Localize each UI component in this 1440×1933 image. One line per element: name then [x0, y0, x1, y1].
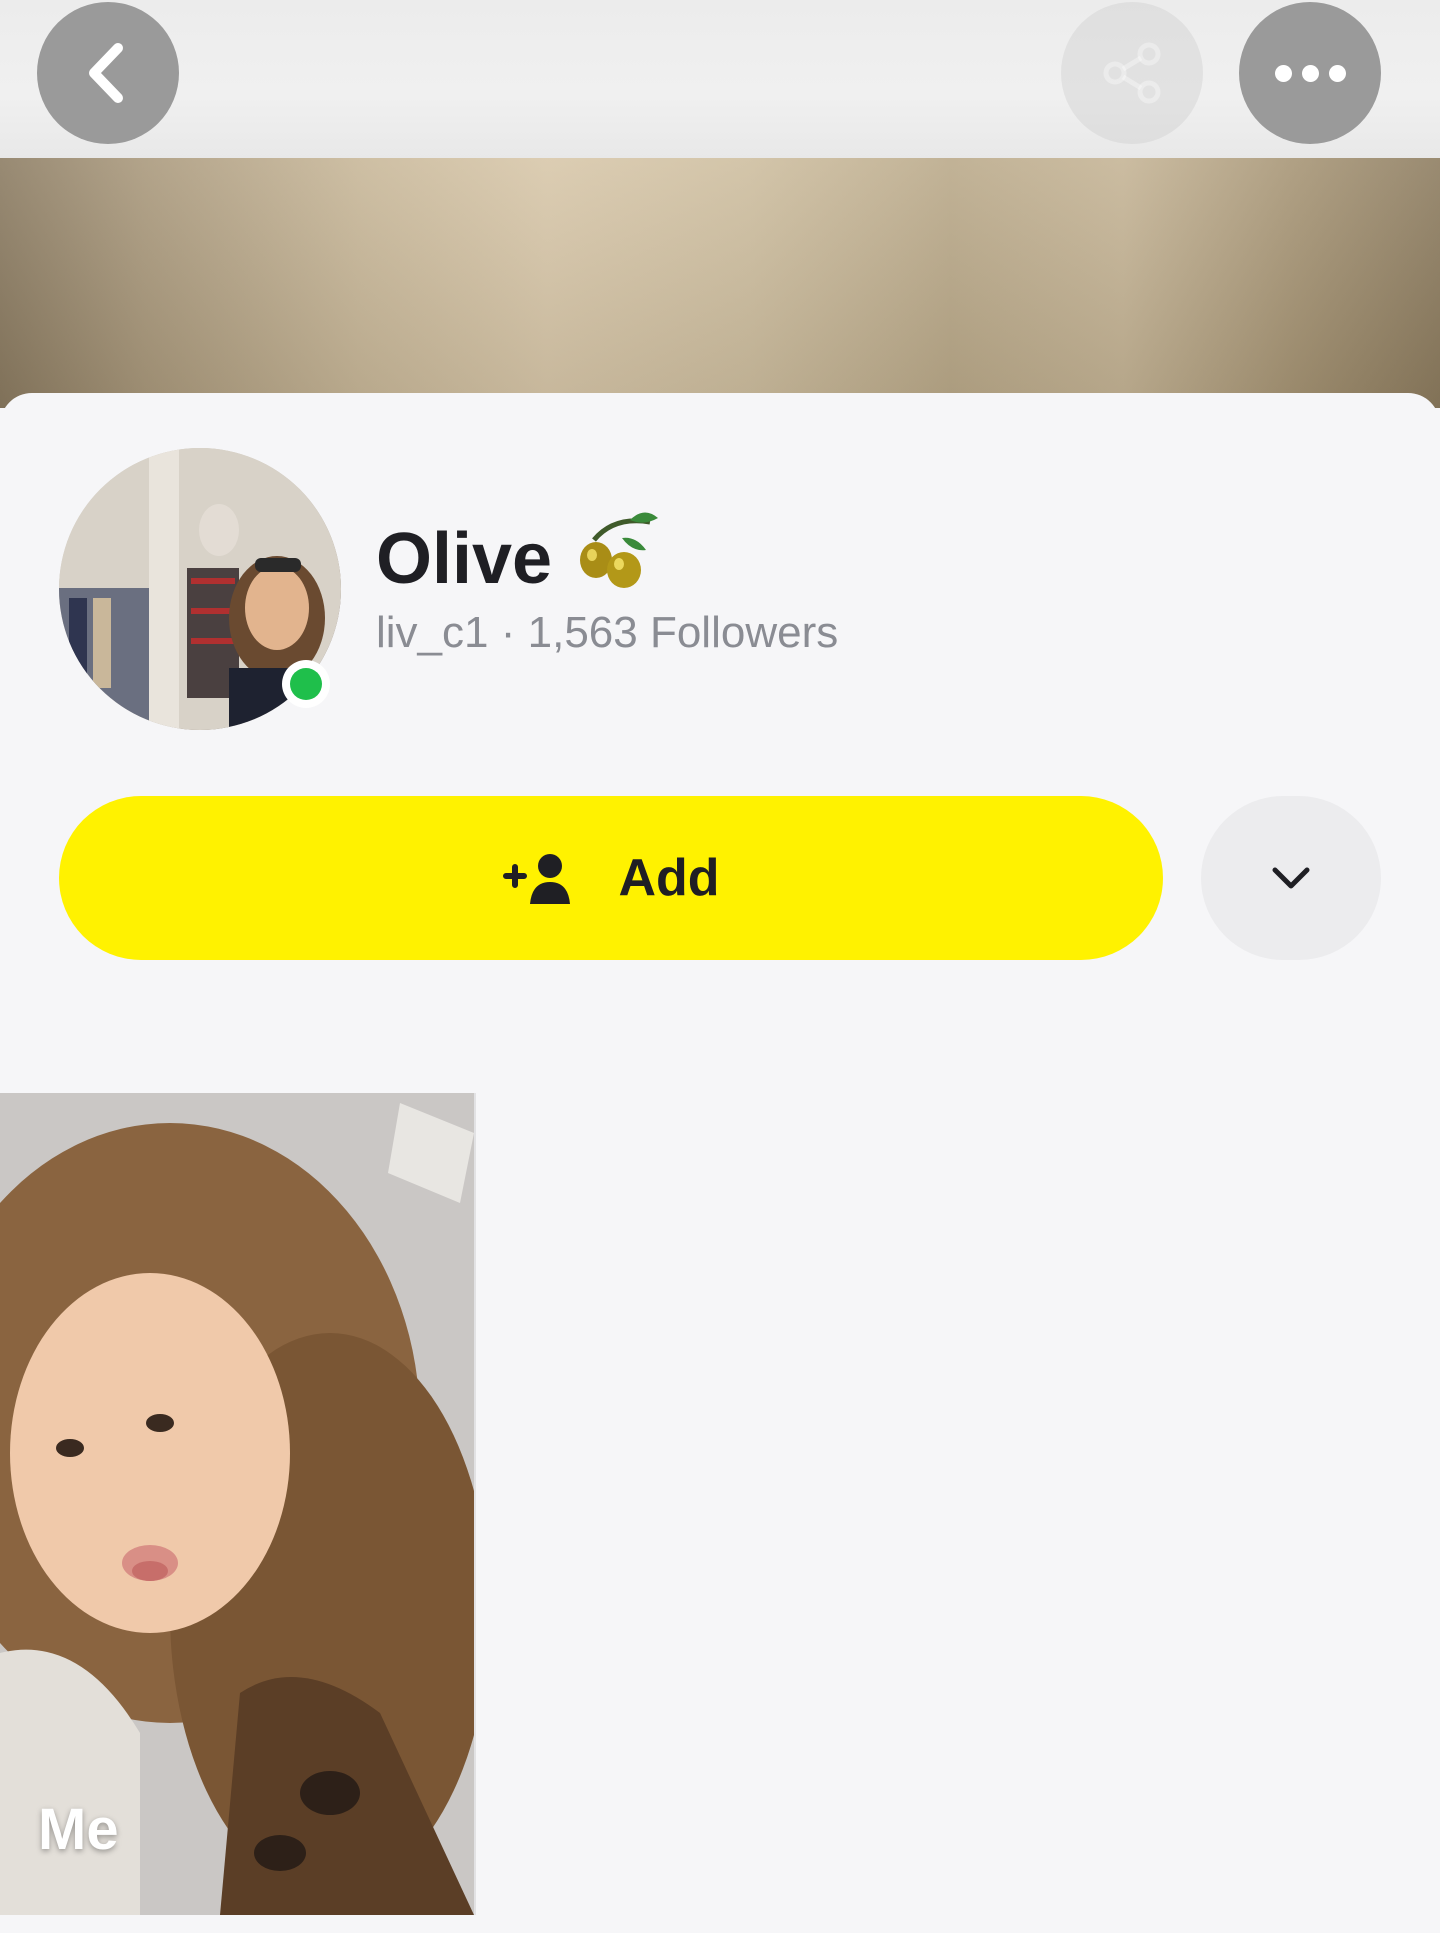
add-button-label: Add — [618, 849, 720, 907]
add-friend-icon — [503, 854, 571, 904]
story-label: Me — [38, 1797, 119, 1862]
share-button[interactable] — [1061, 2, 1203, 144]
story-thumbnail — [0, 1093, 474, 1915]
cover-banner — [0, 158, 1440, 408]
more-options-button[interactable] — [1239, 2, 1381, 144]
follower-count: 1,563 Followers — [527, 608, 839, 657]
chevron-left-icon — [89, 43, 123, 103]
display-name: Olive — [376, 510, 660, 607]
profile-subtitle: liv_c1 · 1,563 Followers — [376, 608, 838, 658]
profile-screen: Olive liv_c1 · 1,563 Followers Add Me — [0, 0, 1440, 1933]
story-tile[interactable]: Me — [0, 1093, 474, 1915]
chevron-down-icon — [1272, 867, 1310, 889]
story-divider — [474, 1093, 476, 1915]
ellipsis-icon — [1274, 64, 1346, 82]
header-bar — [0, 0, 1440, 160]
add-friend-button[interactable]: Add — [59, 796, 1163, 960]
display-name-text: Olive — [376, 518, 553, 599]
share-icon — [1103, 42, 1161, 104]
olive-emoji-icon — [574, 510, 660, 607]
username: liv_c1 — [376, 608, 489, 657]
more-actions-dropdown-button[interactable] — [1201, 796, 1381, 960]
back-button[interactable] — [37, 2, 179, 144]
online-status-indicator — [282, 660, 330, 708]
separator-dot: · — [500, 608, 516, 657]
